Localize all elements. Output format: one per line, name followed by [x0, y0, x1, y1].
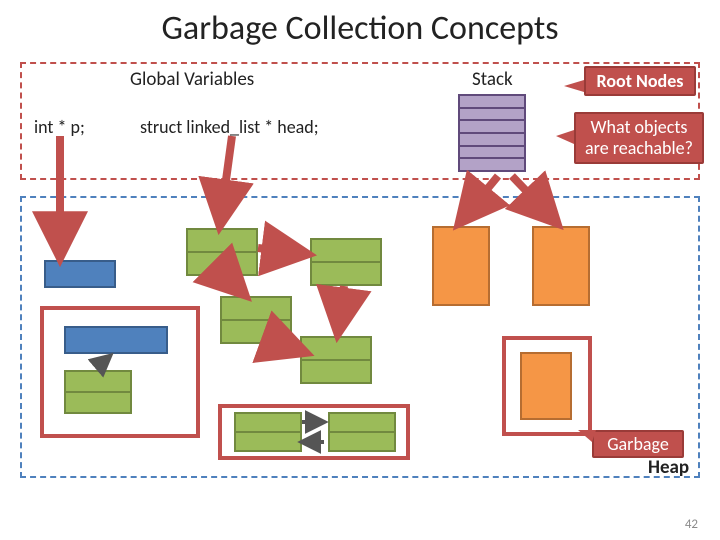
- global-variables-label: Global Variables: [130, 68, 254, 91]
- heap-orange-object-1: [432, 226, 490, 306]
- stack-frame: [460, 109, 524, 122]
- linked-list-node-1: [186, 228, 258, 276]
- heap-orange-object-2: [532, 226, 590, 306]
- var-int-p-label: int * p;: [34, 116, 85, 138]
- stack-frame: [460, 96, 524, 109]
- stack-frame: [460, 134, 524, 147]
- stack-visual: [458, 94, 526, 172]
- garbage-list-node-a: [234, 412, 302, 452]
- stack-label: Stack: [472, 68, 513, 91]
- heap-label: Heap: [648, 456, 689, 479]
- garbage-list-node-b: [328, 412, 396, 452]
- linked-list-node-3: [310, 238, 382, 286]
- garbage-orange-object: [520, 352, 572, 420]
- root-nodes-callout: Root Nodes: [584, 66, 696, 96]
- linked-list-node-2: [220, 296, 292, 344]
- var-head-label: struct linked_list * head;: [140, 116, 319, 138]
- garbage-green-node: [64, 370, 132, 414]
- reachable-callout: What objects are reachable?: [574, 112, 704, 164]
- stack-frame: [460, 147, 524, 160]
- stack-frame: [460, 121, 524, 134]
- garbage-blue-object: [64, 326, 168, 354]
- slide-title: Garbage Collection Concepts: [0, 8, 720, 49]
- heap-int-object: [44, 260, 116, 288]
- stack-frame: [460, 159, 524, 170]
- linked-list-node-4: [300, 336, 372, 384]
- page-number: 42: [685, 517, 698, 532]
